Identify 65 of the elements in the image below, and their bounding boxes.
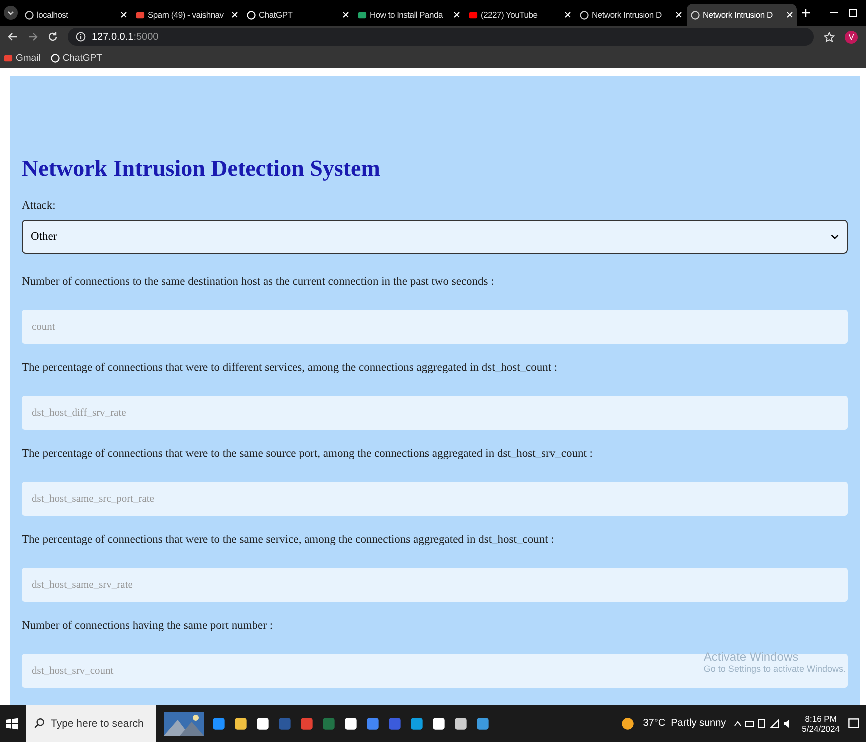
attack-select[interactable]: Other [22, 220, 848, 254]
weather-icon [621, 716, 636, 730]
site-icon [50, 54, 60, 62]
browser-tab[interactable]: localhost [21, 4, 131, 26]
browser-tab[interactable]: ChatGPT [243, 4, 353, 26]
clock-date: 5/24/2024 [802, 724, 840, 734]
tab-title: (2227) YouTube [481, 10, 539, 20]
new-tab-button[interactable] [802, 9, 810, 17]
search-icon [34, 718, 45, 729]
app-icon[interactable] [476, 716, 490, 730]
weather-text: 37°C Partly sunny [643, 718, 726, 729]
app-icon[interactable] [256, 716, 270, 730]
input-field[interactable]: dst_host_same_srv_rate [22, 568, 848, 602]
field-label: The percentage of connections that were to the same source port, among the connections aggregated in dst_host_srv_count : [22, 448, 594, 460]
tab-title: ChatGPT [259, 10, 294, 20]
tab-title: localhost [37, 10, 70, 20]
app-icon[interactable] [410, 716, 424, 730]
browser-tab[interactable]: (2227) YouTube [465, 4, 575, 26]
tab-title: Network Intrusion D [592, 10, 663, 20]
close-icon[interactable] [565, 12, 571, 18]
browser-tab[interactable]: Spam (49) - vaishnav [132, 4, 242, 26]
close-icon[interactable] [121, 12, 127, 18]
input-field[interactable]: dst_host_same_src_port_rate [22, 482, 848, 516]
browser-tab[interactable]: How to Install Panda [354, 4, 464, 26]
notification-icon[interactable] [848, 718, 860, 730]
close-icon[interactable] [676, 12, 682, 18]
forward-button[interactable] [28, 32, 38, 42]
taskbar-search-field[interactable]: Type here to search [26, 705, 156, 742]
browser-tab[interactable]: Network Intrusion D [687, 4, 797, 26]
close-icon[interactable] [787, 12, 793, 18]
maximize-button[interactable] [849, 9, 857, 17]
app-icon[interactable] [344, 716, 358, 730]
page-title: Network Intrusion Detection System [22, 156, 382, 182]
bookmark-star-icon[interactable] [824, 32, 835, 42]
back-button[interactable] [8, 32, 18, 42]
close-icon[interactable] [454, 12, 460, 18]
field-label: Number of connections to the same destination host as the current connection in the past two seconds : [22, 276, 496, 288]
app-icon[interactable] [432, 716, 446, 730]
tab-title: Spam (49) - vaishnav [148, 10, 225, 20]
windows-start-icon[interactable] [6, 718, 18, 730]
field-label: Number of connections having the same port number : [22, 620, 274, 632]
browser-tab[interactable]: Network Intrusion D [576, 4, 686, 26]
bookmark[interactable]: Gmail [4, 52, 41, 64]
info-icon [76, 32, 86, 42]
close-icon[interactable] [232, 12, 238, 18]
site-icon [358, 10, 367, 20]
tab-search-button[interactable] [4, 6, 18, 20]
field-label: The percentage of connections that were to different services, among the connections aggregated in dst_host_count : [22, 362, 559, 374]
close-icon[interactable] [343, 12, 349, 18]
address-bar[interactable]: 127.0.0.1:5000 [68, 28, 814, 46]
tab-title: How to Install Panda [370, 10, 444, 20]
site-icon [247, 10, 256, 20]
app-icon[interactable] [234, 716, 248, 730]
input-field[interactable]: count [22, 310, 848, 344]
profile-avatar[interactable]: V [845, 30, 858, 44]
field-label: Attack: [22, 200, 57, 212]
clock-time: 8:16 PM [805, 714, 837, 724]
field-label: The percentage of connections that were to the same service, among the connections aggregated in dst_host_count : [22, 534, 556, 546]
app-icon[interactable] [454, 716, 468, 730]
tab-title: Network Intrusion D [703, 10, 774, 20]
input-field[interactable]: dst_host_diff_srv_rate [22, 396, 848, 430]
reload-button[interactable] [48, 32, 58, 42]
chevron-down-icon [831, 234, 839, 240]
bookmark[interactable]: ChatGPT [50, 52, 102, 64]
activation-text: Go to Settings to activate Windows. [704, 664, 846, 674]
